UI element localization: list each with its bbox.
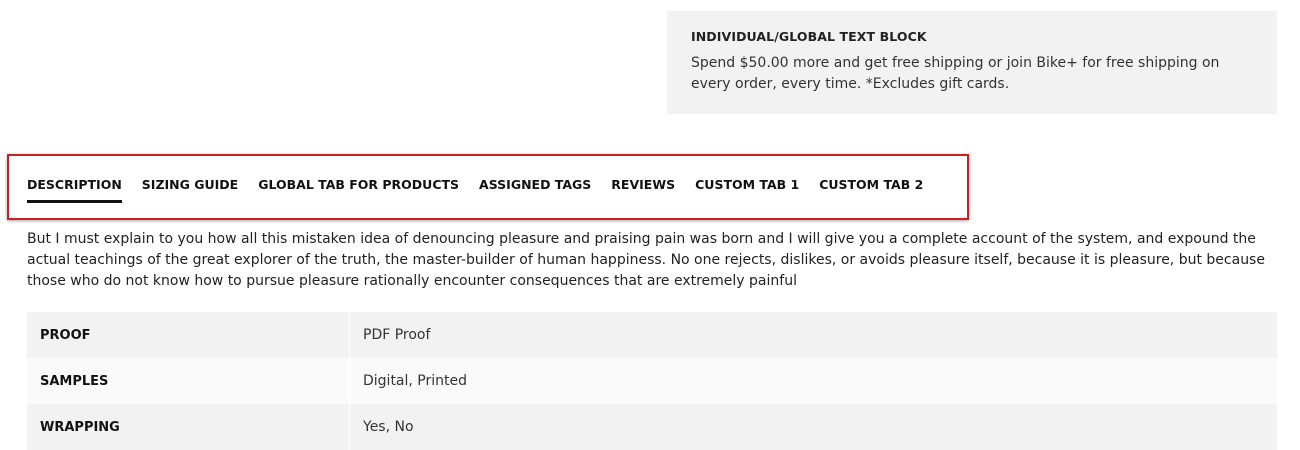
global-text-block-title: INDIVIDUAL/GLOBAL TEXT BLOCK: [691, 29, 927, 44]
product-spec-table: PROOF PDF Proof SAMPLES Digital, Printed…: [27, 312, 1277, 450]
spec-key: PROOF: [27, 312, 350, 358]
tab-custom-tab-2[interactable]: CUSTOM TAB 2: [819, 177, 923, 203]
product-description: But I must explain to you how all this m…: [27, 231, 1265, 289]
table-row: SAMPLES Digital, Printed: [27, 358, 1277, 404]
spec-value: Yes, No: [349, 404, 1277, 450]
tab-custom-tab-1[interactable]: CUSTOM TAB 1: [695, 177, 799, 203]
spec-key: WRAPPING: [27, 404, 350, 450]
spec-key: SAMPLES: [27, 358, 350, 404]
global-text-block-body: Spend $50.00 more and get free shipping …: [691, 55, 1220, 92]
spec-value: Digital, Printed: [349, 358, 1277, 404]
tab-global-tab-for-products[interactable]: GLOBAL TAB FOR PRODUCTS: [258, 177, 459, 203]
product-tabs: DESCRIPTION SIZING GUIDE GLOBAL TAB FOR …: [27, 177, 943, 203]
spec-value: PDF Proof: [349, 312, 1277, 358]
table-row: PROOF PDF Proof: [27, 312, 1277, 358]
tab-description[interactable]: DESCRIPTION: [27, 177, 122, 203]
tab-reviews[interactable]: REVIEWS: [611, 177, 675, 203]
global-text-block: INDIVIDUAL/GLOBAL TEXT BLOCK Spend $50.0…: [667, 11, 1277, 114]
tab-sizing-guide[interactable]: SIZING GUIDE: [142, 177, 238, 203]
tab-assigned-tags[interactable]: ASSIGNED TAGS: [479, 177, 591, 203]
table-row: WRAPPING Yes, No: [27, 404, 1277, 450]
